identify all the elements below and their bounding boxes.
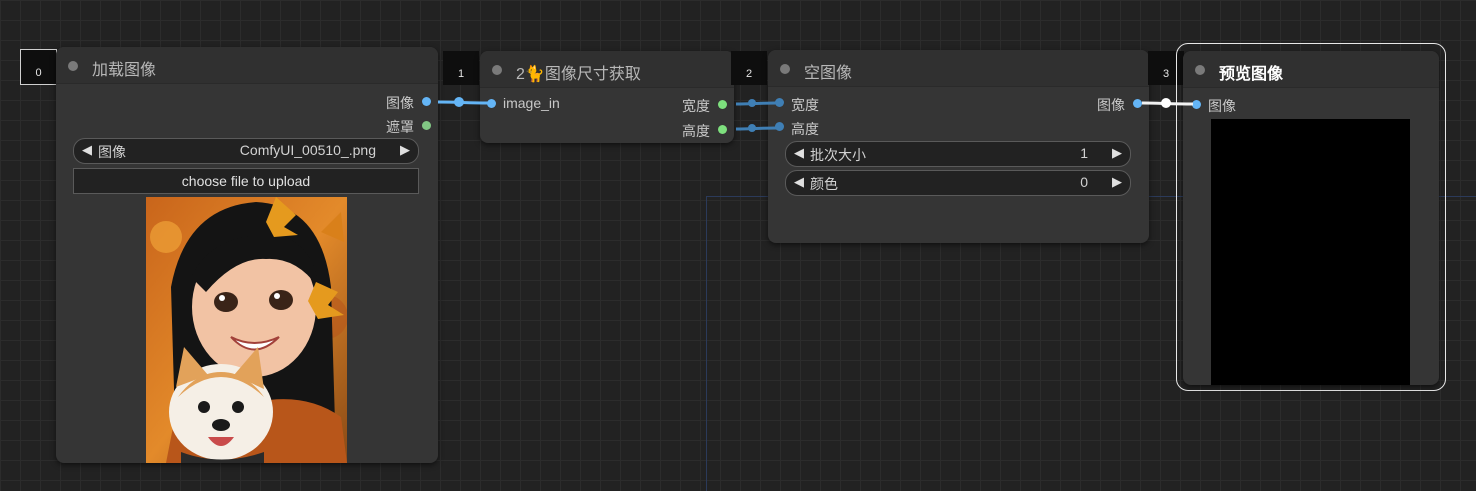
node-header[interactable]: 加载图像 bbox=[56, 47, 438, 84]
link-midpoint bbox=[748, 99, 756, 107]
node-header[interactable]: 空图像 bbox=[768, 50, 1149, 87]
node-title: 2🐈图像尺寸获取 bbox=[516, 66, 641, 83]
image-file-combo[interactable]: ◀ 图像 ComfyUI_00510_.png ▶ bbox=[73, 138, 419, 164]
loaded-image-preview bbox=[146, 197, 347, 463]
input-label-image: 图像 bbox=[1208, 98, 1236, 114]
upload-button[interactable]: choose file to upload bbox=[73, 168, 419, 194]
output-slot-image[interactable] bbox=[1133, 99, 1142, 108]
node-id-badge: 2 bbox=[731, 51, 767, 85]
increment-arrow[interactable]: ▶ bbox=[1112, 145, 1122, 161]
widget-label: 批次大小 bbox=[810, 147, 866, 163]
batch-size-widget[interactable]: ◀ 批次大小 1 ▶ bbox=[785, 141, 1131, 167]
color-widget[interactable]: ◀ 颜色 0 ▶ bbox=[785, 170, 1131, 196]
link-midpoint bbox=[1161, 98, 1171, 108]
node-title: 加载图像 bbox=[92, 62, 157, 79]
canvas-group-edge-v bbox=[706, 196, 707, 491]
widget-value: 1 bbox=[1080, 145, 1088, 161]
load-image-node[interactable]: 加载图像 图像 遮罩 ◀ 图像 ComfyUI_00510_.png ▶ cho… bbox=[56, 47, 438, 463]
node-title: 预览图像 bbox=[1219, 66, 1284, 83]
node-id-badge: 0 bbox=[20, 49, 57, 85]
output-slot-image[interactable] bbox=[422, 97, 431, 106]
preview-output-image bbox=[1211, 119, 1410, 385]
decrement-arrow[interactable]: ◀ bbox=[794, 145, 804, 161]
output-label-height: 高度 bbox=[682, 123, 710, 139]
input-slot-image[interactable] bbox=[1192, 100, 1201, 109]
decrement-arrow[interactable]: ◀ bbox=[794, 174, 804, 190]
output-slot-height[interactable] bbox=[718, 125, 727, 134]
collapse-dot[interactable] bbox=[492, 65, 502, 75]
output-label-image: 图像 bbox=[1097, 97, 1125, 113]
input-label-image-in: image_in bbox=[503, 95, 560, 111]
combo-prev-arrow[interactable]: ◀ bbox=[82, 142, 92, 158]
input-slot-height[interactable] bbox=[775, 122, 784, 131]
collapse-dot[interactable] bbox=[1195, 65, 1205, 75]
input-label-width: 宽度 bbox=[791, 97, 819, 113]
collapse-dot[interactable] bbox=[780, 64, 790, 74]
input-slot-image-in[interactable] bbox=[487, 99, 496, 108]
node-id-badge: 1 bbox=[443, 51, 479, 85]
get-size-node[interactable]: 2🐈图像尺寸获取 image_in 宽度 高度 bbox=[480, 51, 734, 143]
combo-next-arrow[interactable]: ▶ bbox=[400, 142, 410, 158]
input-slot-width[interactable] bbox=[775, 98, 784, 107]
collapse-dot[interactable] bbox=[68, 61, 78, 71]
combo-value: ComfyUI_00510_.png bbox=[239, 142, 376, 158]
output-label-width: 宽度 bbox=[682, 98, 710, 114]
preview-image-node[interactable]: 预览图像 图像 bbox=[1183, 51, 1439, 385]
output-slot-mask[interactable] bbox=[422, 121, 431, 130]
combo-label: 图像 bbox=[98, 144, 126, 160]
output-label-mask: 遮罩 bbox=[386, 119, 414, 135]
output-slot-width[interactable] bbox=[718, 100, 727, 109]
link-midpoint bbox=[454, 97, 464, 107]
input-label-height: 高度 bbox=[791, 121, 819, 137]
link-midpoint bbox=[748, 124, 756, 132]
increment-arrow[interactable]: ▶ bbox=[1112, 174, 1122, 190]
node-header[interactable]: 2🐈图像尺寸获取 bbox=[480, 51, 734, 88]
output-label-image: 图像 bbox=[386, 95, 414, 111]
empty-image-node[interactable]: 空图像 宽度 高度 图像 ◀ 批次大小 1 ▶ ◀ 颜色 0 ▶ bbox=[768, 50, 1149, 243]
node-title: 空图像 bbox=[804, 65, 853, 82]
widget-value: 0 bbox=[1080, 174, 1088, 190]
node-header[interactable]: 预览图像 bbox=[1183, 51, 1439, 88]
widget-label: 颜色 bbox=[810, 176, 838, 192]
